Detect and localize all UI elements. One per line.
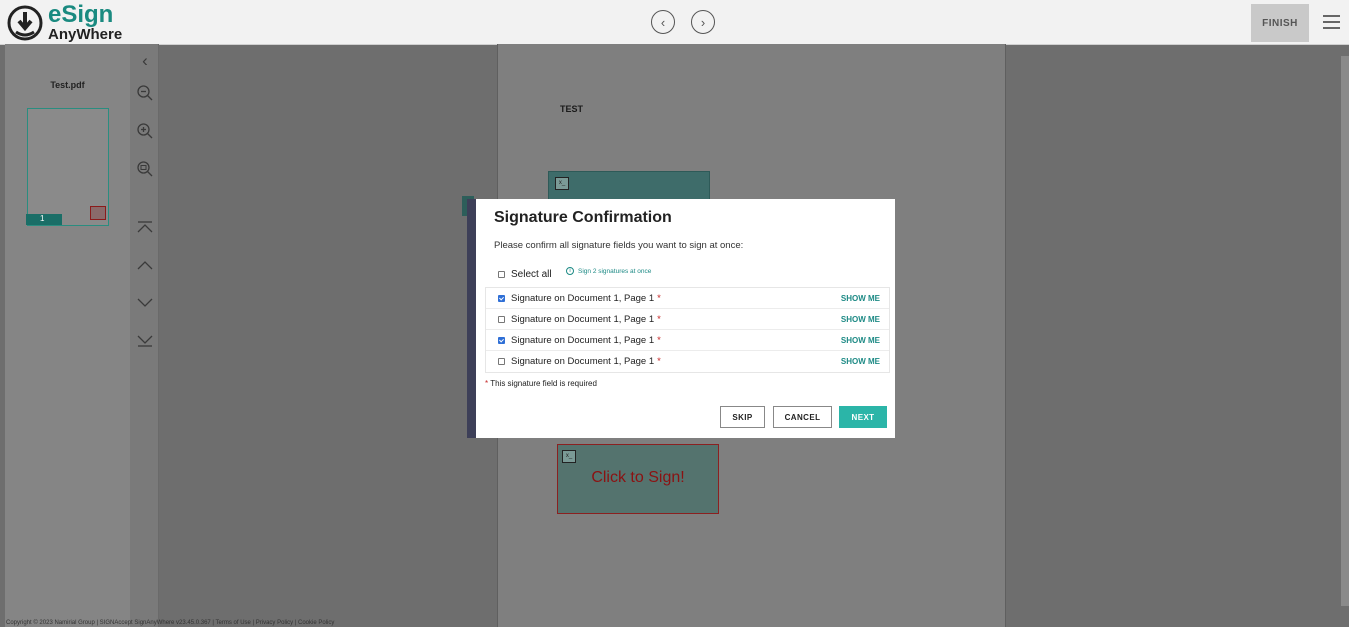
zoom-fit-icon[interactable] <box>134 158 156 180</box>
row-checkbox[interactable] <box>498 336 505 344</box>
thumbnail-signature-icon <box>90 206 106 220</box>
signature-icon: x_ <box>555 177 569 190</box>
row-checkbox[interactable] <box>498 315 505 323</box>
tool-panel: ‹ <box>130 44 159 627</box>
required-star: * <box>657 356 661 367</box>
sign-at-once-text: Sign 2 signatures at once <box>578 267 652 275</box>
collapse-panel-icon[interactable]: ‹ <box>134 50 156 72</box>
checkbox[interactable] <box>498 271 505 278</box>
cancel-button[interactable]: CANCEL <box>773 406 832 428</box>
required-note-text: This signature field is required <box>488 379 597 388</box>
signature-row[interactable]: Signature on Document 1, Page 1 * SHOW M… <box>486 288 889 309</box>
logo-text-anywhere: AnyWhere <box>48 26 123 43</box>
signature-row[interactable]: Signature on Document 1, Page 1 * SHOW M… <box>486 351 889 372</box>
signature-confirmation-dialog: Signature Confirmation Please confirm al… <box>467 199 895 438</box>
chevron-right-icon: › <box>700 14 706 30</box>
document-text: TEST <box>560 104 584 114</box>
row-checkbox[interactable] <box>498 358 505 365</box>
thumbnail-panel: Test.pdf 1 <box>5 44 131 627</box>
last-page-icon[interactable] <box>134 330 156 352</box>
select-all-label: Select all <box>511 269 552 280</box>
signature-row[interactable]: Signature on Document 1, Page 1 * SHOW M… <box>486 330 889 351</box>
show-me-link[interactable]: SHOW ME <box>841 336 880 345</box>
logo-text-esign: eSign <box>48 1 114 28</box>
signature-field-1[interactable]: x_ <box>548 171 710 201</box>
signature-list: Signature on Document 1, Page 1 * SHOW M… <box>485 287 890 373</box>
select-all-checkbox[interactable]: Select all <box>498 269 552 280</box>
signature-field-2[interactable]: x_ Click to Sign! <box>557 444 719 514</box>
hamburger-menu-icon[interactable] <box>1320 12 1344 32</box>
required-star: * <box>657 292 661 304</box>
skip-button[interactable]: SKIP <box>720 406 765 428</box>
required-star: * <box>657 313 661 325</box>
dialog-title: Signature Confirmation <box>494 209 672 226</box>
signature-row[interactable]: Signature on Document 1, Page 1 * SHOW M… <box>486 309 889 330</box>
document-file-name: Test.pdf <box>50 80 85 90</box>
show-me-link[interactable]: SHOW ME <box>841 315 880 324</box>
page-number-badge: 1 <box>26 214 62 225</box>
signature-label: Signature on Document 1, Page 1 <box>511 334 655 346</box>
finish-button[interactable]: FINISH <box>1251 4 1309 42</box>
signature-label: Signature on Document 1, Page 1 <box>511 292 655 304</box>
required-star: * <box>657 334 661 346</box>
next-button[interactable]: NEXT <box>839 406 887 428</box>
signature-label: Signature on Document 1, Page 1 <box>511 356 655 367</box>
row-checkbox[interactable] <box>498 294 505 302</box>
footer-text: Copyright © 2023 Namirial Group | SIGNAc… <box>6 620 335 626</box>
info-icon: i <box>566 267 574 275</box>
scrollbar[interactable] <box>1341 56 1349 606</box>
zoom-out-icon[interactable] <box>134 82 156 104</box>
logo-icon <box>7 5 43 41</box>
next-signature-button[interactable]: › <box>691 10 715 34</box>
next-page-icon[interactable] <box>134 292 156 314</box>
sign-at-once-info: i Sign 2 signatures at once <box>566 267 651 275</box>
show-me-link[interactable]: SHOW ME <box>841 294 880 303</box>
top-bar: eSign AnyWhere ‹ › FINISH <box>0 0 1349 45</box>
show-me-link[interactable]: SHOW ME <box>841 357 880 366</box>
required-note: * This signature field is required <box>485 379 597 388</box>
first-page-icon[interactable] <box>134 216 156 238</box>
esign-anywhere-logo: eSign AnyWhere <box>6 1 126 43</box>
zoom-in-icon[interactable] <box>134 120 156 142</box>
previous-signature-button[interactable]: ‹ <box>651 10 675 34</box>
dialog-description: Please confirm all signature fields you … <box>494 240 744 251</box>
chevron-left-icon: ‹ <box>660 14 666 30</box>
signature-label: Signature on Document 1, Page 1 <box>511 313 655 325</box>
signature-icon: x_ <box>562 450 576 463</box>
click-to-sign-label: Click to Sign! <box>591 469 685 486</box>
previous-page-icon[interactable] <box>134 254 156 276</box>
